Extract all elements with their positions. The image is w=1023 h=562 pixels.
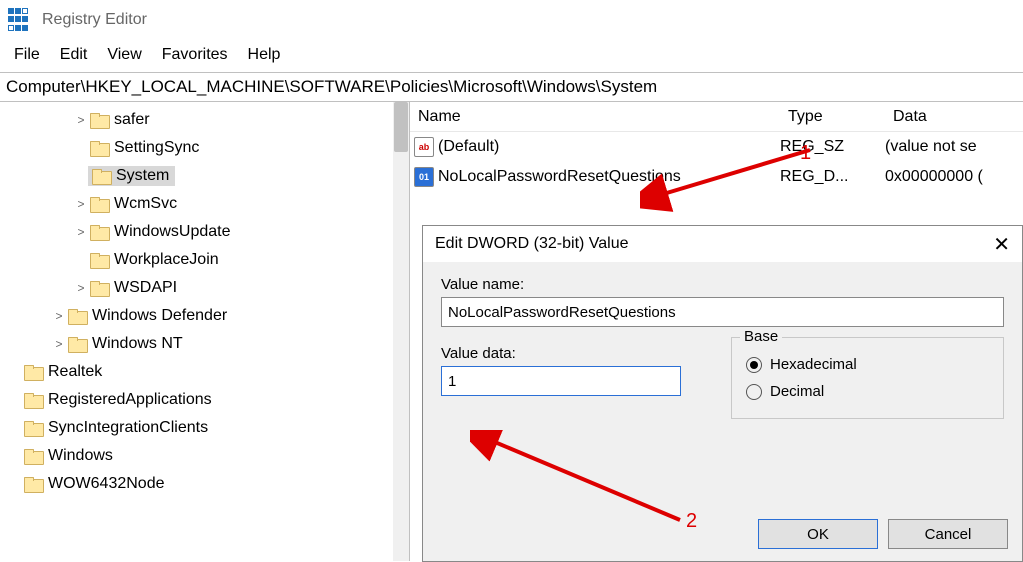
folder-icon: [90, 225, 108, 239]
scrollbar-thumb[interactable]: [394, 102, 408, 152]
string-value-icon: ab: [414, 137, 434, 157]
folder-icon: [90, 197, 108, 211]
column-headers[interactable]: Name Type Data: [410, 102, 1023, 132]
tree-item-label: System: [116, 167, 169, 185]
expand-icon[interactable]: >: [74, 225, 88, 239]
tree-item[interactable]: > safer: [0, 106, 409, 134]
value-type: REG_SZ: [780, 138, 885, 156]
value-name: (Default): [438, 138, 499, 156]
folder-icon: [90, 141, 108, 155]
value-data: (value not se: [885, 138, 1023, 156]
col-data-header[interactable]: Data: [885, 108, 1023, 126]
folder-icon: [24, 421, 42, 435]
dword-value-icon: 01: [414, 167, 434, 187]
titlebar: Registry Editor: [0, 0, 1023, 40]
radio-icon: [746, 357, 762, 373]
close-icon[interactable]: ✕: [993, 232, 1010, 257]
tree[interactable]: > safer SettingSync System > WcmSvc > WindowsUp…: [0, 102, 409, 498]
cancel-button[interactable]: Cancel: [888, 519, 1008, 549]
expand-icon[interactable]: >: [52, 337, 66, 351]
edit-dword-dialog: Edit DWORD (32-bit) Value ✕ Value name: …: [422, 225, 1023, 562]
radio-icon: [746, 384, 762, 400]
expand-icon[interactable]: >: [74, 281, 88, 295]
tree-item[interactable]: > Windows Defender: [0, 302, 409, 330]
tree-item-label: Windows Defender: [92, 307, 227, 325]
window-title: Registry Editor: [42, 11, 147, 29]
menu-view[interactable]: View: [99, 44, 149, 66]
expand-icon[interactable]: >: [52, 309, 66, 323]
tree-item-label: WindowsUpdate: [114, 223, 231, 241]
tree-item[interactable]: WOW6432Node: [0, 470, 409, 498]
tree-item[interactable]: Windows: [0, 442, 409, 470]
dialog-title: Edit DWORD (32-bit) Value: [435, 235, 629, 253]
ok-button[interactable]: OK: [758, 519, 878, 549]
tree-item[interactable]: > Windows NT: [0, 330, 409, 358]
folder-icon: [90, 253, 108, 267]
tree-item-label: SettingSync: [114, 139, 199, 157]
tree-item-label: Realtek: [48, 363, 102, 381]
value-data: 0x00000000 (: [885, 168, 1023, 186]
folder-icon: [24, 393, 42, 407]
tree-item-label: WOW6432Node: [48, 475, 165, 493]
address-bar[interactable]: Computer\HKEY_LOCAL_MACHINE\SOFTWARE\Pol…: [0, 73, 1023, 102]
tree-item-label: SyncIntegrationClients: [48, 419, 208, 437]
col-name-header[interactable]: Name: [410, 108, 780, 126]
folder-icon: [90, 281, 108, 295]
tree-item-label: WSDAPI: [114, 279, 177, 297]
menu-help[interactable]: Help: [240, 44, 289, 66]
folder-icon: [24, 477, 42, 491]
folder-icon: [68, 337, 86, 351]
menu-file[interactable]: File: [6, 44, 48, 66]
value-name: NoLocalPasswordResetQuestions: [438, 168, 681, 186]
folder-icon: [24, 449, 42, 463]
scrollbar[interactable]: [393, 102, 409, 561]
expand-icon[interactable]: >: [74, 197, 88, 211]
tree-item[interactable]: SyncIntegrationClients: [0, 414, 409, 442]
value-name-field[interactable]: [441, 297, 1004, 327]
menubar: File Edit View Favorites Help: [0, 40, 1023, 72]
tree-item-label: Windows: [48, 447, 113, 465]
tree-item[interactable]: System: [0, 162, 409, 190]
value-type: REG_D...: [780, 168, 885, 186]
tree-item[interactable]: WorkplaceJoin: [0, 246, 409, 274]
folder-icon: [90, 113, 108, 127]
folder-icon: [68, 309, 86, 323]
tree-item-label: Windows NT: [92, 335, 183, 353]
tree-item-label: safer: [114, 111, 150, 129]
value-data-label: Value data:: [441, 345, 701, 362]
folder-icon: [24, 365, 42, 379]
radio-hexadecimal[interactable]: Hexadecimal: [746, 356, 989, 373]
tree-item-label: RegisteredApplications: [48, 391, 212, 409]
menu-edit[interactable]: Edit: [52, 44, 96, 66]
dialog-titlebar: Edit DWORD (32-bit) Value ✕: [423, 226, 1022, 262]
tree-item[interactable]: Realtek: [0, 358, 409, 386]
tree-pane: > safer SettingSync System > WcmSvc > WindowsUp…: [0, 102, 410, 561]
radio-decimal[interactable]: Decimal: [746, 383, 989, 400]
tree-item[interactable]: > WindowsUpdate: [0, 218, 409, 246]
tree-item[interactable]: > WSDAPI: [0, 274, 409, 302]
base-group: Base Hexadecimal Decimal: [731, 337, 1004, 419]
value-row[interactable]: 01NoLocalPasswordResetQuestions REG_D...0…: [410, 162, 1023, 192]
base-legend: Base: [740, 328, 782, 345]
tree-item[interactable]: > WcmSvc: [0, 190, 409, 218]
value-name-label: Value name:: [441, 276, 1004, 293]
folder-icon: [92, 169, 110, 183]
tree-item[interactable]: RegisteredApplications: [0, 386, 409, 414]
tree-item[interactable]: SettingSync: [0, 134, 409, 162]
col-type-header[interactable]: Type: [780, 108, 885, 126]
expand-icon[interactable]: >: [74, 113, 88, 127]
value-data-field[interactable]: [441, 366, 681, 396]
app-icon: [8, 8, 32, 32]
value-row[interactable]: ab(Default) REG_SZ(value not se: [410, 132, 1023, 162]
tree-item-label: WcmSvc: [114, 195, 177, 213]
menu-favorites[interactable]: Favorites: [154, 44, 236, 66]
tree-item-label: WorkplaceJoin: [114, 251, 219, 269]
